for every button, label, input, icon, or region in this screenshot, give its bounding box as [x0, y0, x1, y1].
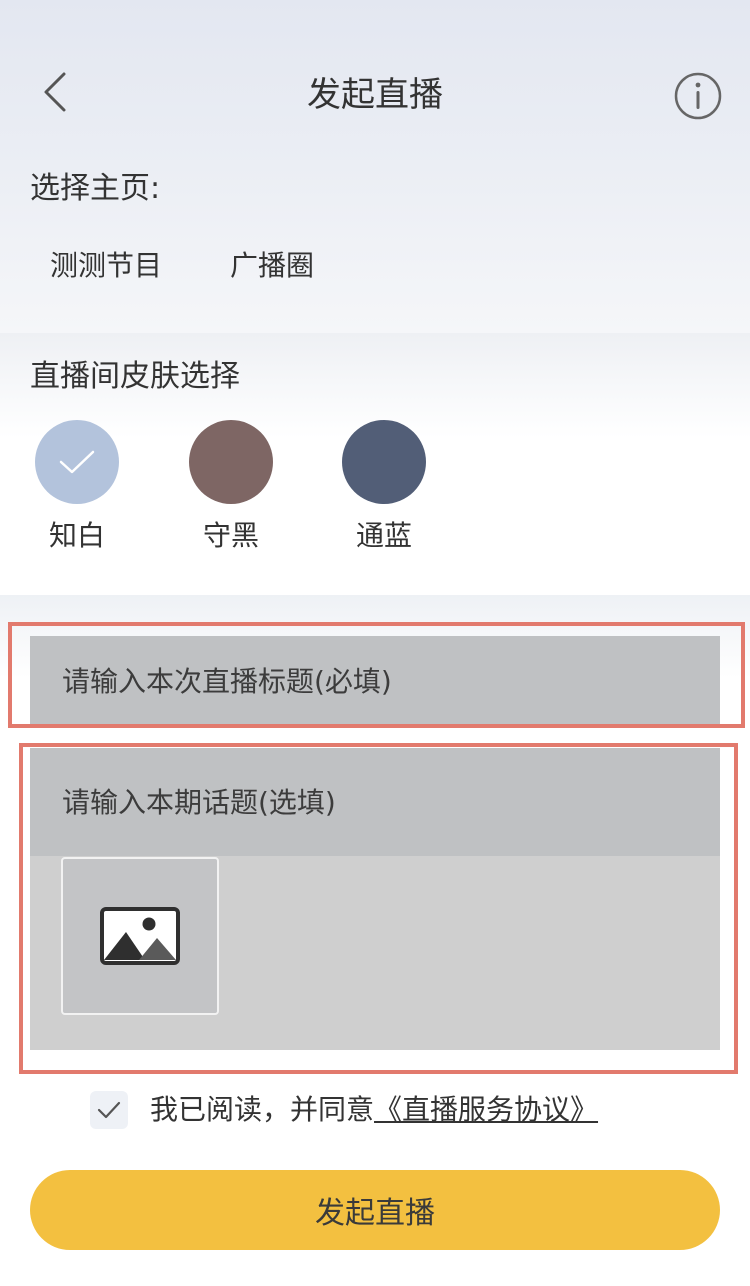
agreement-row: 我已阅读，并同意 《直播服务协议》: [90, 1088, 598, 1132]
skin-option-label: 知白: [48, 519, 105, 552]
agreement-checkbox[interactable]: [90, 1091, 128, 1129]
service-agreement-link[interactable]: 《直播服务协议》: [374, 1090, 598, 1130]
image-icon: [100, 907, 180, 965]
skin-select-label: 直播间皮肤选择: [30, 359, 240, 394]
skin-option-label: 守黑: [202, 519, 259, 552]
info-icon: [674, 72, 722, 120]
info-button[interactable]: [670, 68, 726, 124]
image-upload-button[interactable]: [61, 857, 219, 1015]
live-title-input[interactable]: [30, 636, 720, 726]
check-icon: [97, 1101, 121, 1119]
back-button[interactable]: [30, 62, 80, 122]
topic-box: [30, 748, 720, 1050]
skin-swatch: [189, 420, 273, 504]
topic-input[interactable]: [30, 748, 720, 856]
check-icon: [59, 450, 95, 474]
start-live-button[interactable]: 发起直播: [30, 1170, 720, 1250]
skin-option-label: 通蓝: [355, 519, 412, 552]
skin-option-zhibai[interactable]: 知白: [35, 420, 119, 556]
chevron-left-icon: [44, 72, 66, 112]
skin-swatch: [342, 420, 426, 504]
skin-option-shouhei[interactable]: 守黑: [189, 420, 273, 556]
home-item-broadcast[interactable]: 广播圈: [230, 244, 314, 288]
agreement-text: 我已阅读，并同意: [150, 1093, 375, 1126]
home-select-label: 选择主页:: [30, 171, 161, 206]
skin-swatch: [35, 420, 119, 504]
skin-option-tonglan[interactable]: 通蓝: [342, 420, 426, 556]
home-item-program[interactable]: 测测节目: [50, 244, 162, 288]
